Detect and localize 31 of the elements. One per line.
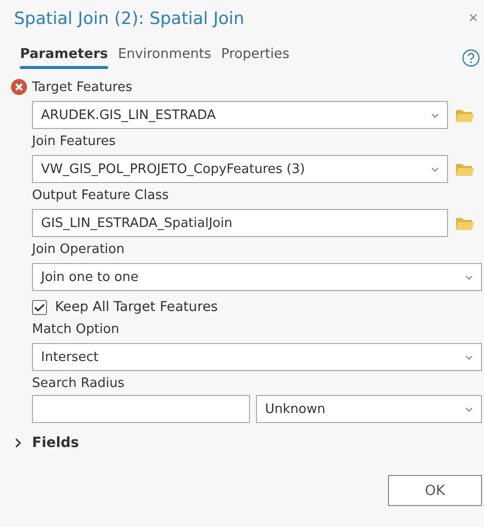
tab[interactable]: Properties <box>221 46 290 69</box>
field-label: Output Feature Class <box>32 188 169 202</box>
input-field[interactable] <box>32 395 250 423</box>
ok-button[interactable]: OK <box>388 475 482 506</box>
caret-icon <box>465 274 473 280</box>
caret-icon <box>465 406 473 412</box>
field-label: Match Option <box>32 322 120 336</box>
input-field[interactable]: GIS_LIN_ESTRADA_SpatialJoin <box>32 209 448 237</box>
checkbox-label: Keep All Target Features <box>55 299 218 315</box>
window-title: Spatial Join (2): Spatial Join <box>14 9 244 29</box>
tab[interactable]: Environments <box>118 46 212 69</box>
field-label: Join Operation <box>32 242 124 256</box>
folder-icon[interactable] <box>456 108 474 122</box>
dropdown-field[interactable]: Intersect <box>32 343 482 371</box>
tab[interactable]: Parameters <box>20 46 108 69</box>
field-label: Search Radius <box>32 375 126 391</box>
dropdown-field[interactable]: VW_GIS_POL_PROJETO_CopyFeatures (3) <box>32 155 448 183</box>
chevron-icon[interactable] <box>14 438 22 448</box>
folder-icon[interactable] <box>456 216 474 230</box>
help-icon[interactable] <box>462 48 480 66</box>
folder-icon[interactable] <box>456 162 474 176</box>
dropdown-field[interactable]: Join one to one <box>32 263 482 291</box>
caret-icon <box>431 112 439 118</box>
section-header[interactable]: Fields <box>32 435 80 451</box>
field-label: Join Features <box>32 134 116 148</box>
caret-icon <box>431 166 439 172</box>
unit-dropdown[interactable]: Unknown <box>256 395 482 423</box>
field-label: Target Features <box>32 80 132 94</box>
checkbox[interactable] <box>32 300 47 314</box>
dropdown-field[interactable]: ARUDEK.GIS_LIN_ESTRADA <box>32 101 448 129</box>
caret-icon <box>465 354 473 360</box>
